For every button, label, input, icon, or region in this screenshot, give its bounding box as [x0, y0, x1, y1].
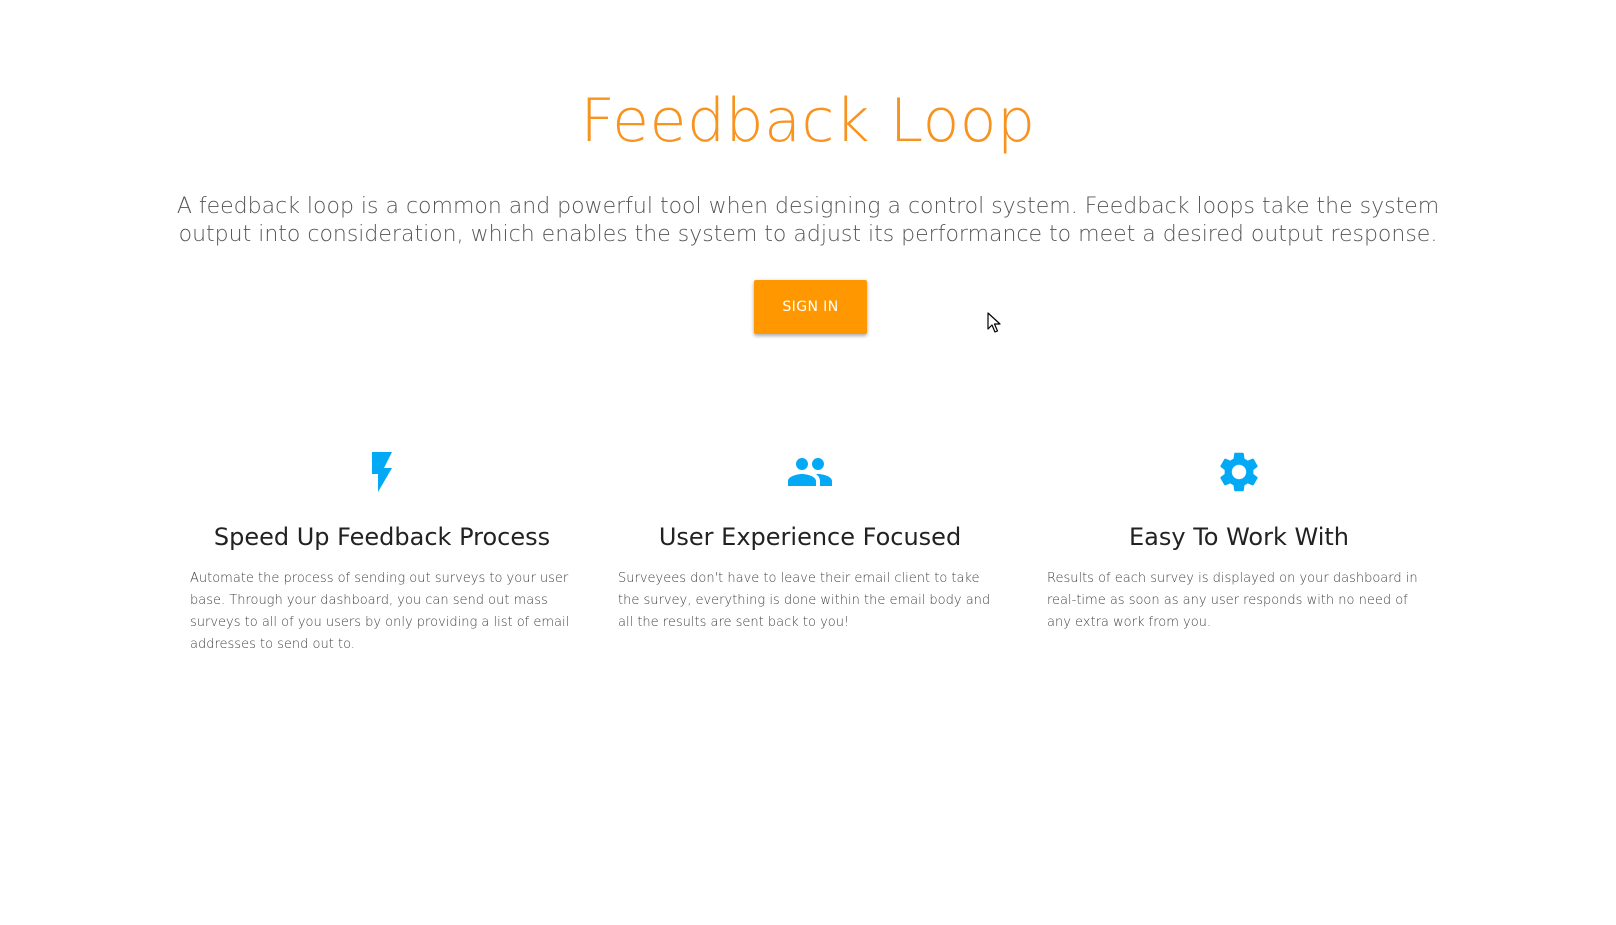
- feature-speed-up: Speed Up Feedback Process Automate the p…: [190, 448, 574, 656]
- hero-description: A feedback loop is a common and powerful…: [176, 194, 1440, 247]
- feature-title: Speed Up Feedback Process: [213, 523, 551, 551]
- sign-in-button[interactable]: SIGN IN: [754, 280, 867, 334]
- feature-text: Automate the process of sending out surv…: [190, 571, 570, 652]
- feature-title: Easy To Work With: [1129, 523, 1349, 551]
- feature-text: Surveyees don't have to leave their emai…: [618, 571, 991, 630]
- lightning-bolt-icon: [372, 452, 392, 492]
- feature-title: User Experience Focused: [658, 523, 962, 551]
- feature-user-experience: User Experience Focused Surveyees don't …: [618, 448, 1002, 634]
- feature-easy-to-work: Easy To Work With Results of each survey…: [1047, 448, 1431, 634]
- gear-icon: [1220, 452, 1258, 492]
- people-group-icon: [788, 458, 832, 486]
- page-title: Feedback Loop: [580, 86, 1036, 156]
- mouse-cursor-icon: [987, 312, 1001, 333]
- feature-text: Results of each survey is displayed on y…: [1047, 571, 1418, 630]
